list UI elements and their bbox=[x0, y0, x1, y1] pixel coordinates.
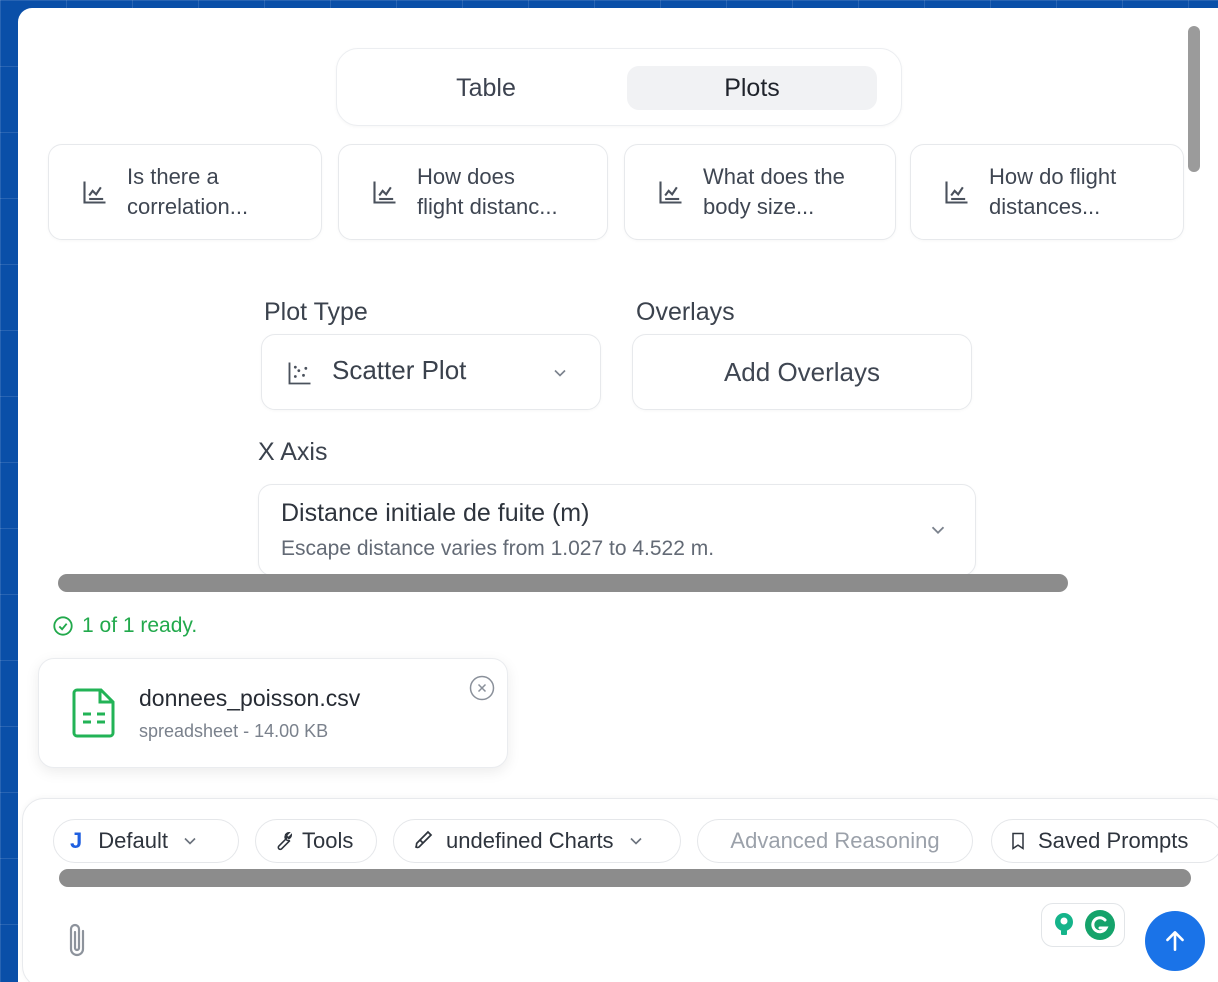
tools-button[interactable]: Tools bbox=[255, 819, 377, 863]
view-toggle: Table Plots bbox=[336, 48, 902, 126]
attached-file: donnees_poisson.csv spreadsheet - 14.00 … bbox=[38, 658, 508, 768]
check-circle-icon bbox=[53, 616, 73, 636]
plot-type-label: Plot Type bbox=[264, 298, 368, 326]
x-axis-description: Escape distance varies from 1.027 to 4.5… bbox=[281, 537, 715, 560]
spreadsheet-file-icon bbox=[72, 688, 115, 738]
chart-icon bbox=[945, 181, 968, 204]
arrow-up-icon bbox=[1166, 931, 1184, 951]
charts-label: undefined Charts bbox=[446, 828, 614, 853]
tab-table[interactable]: Table bbox=[359, 66, 613, 110]
file-meta: spreadsheet - 14.00 KB bbox=[139, 721, 329, 741]
chart-icon bbox=[373, 181, 396, 204]
horizontal-scrollbar[interactable] bbox=[59, 869, 1191, 887]
grammarly-icon bbox=[1085, 910, 1115, 940]
scatter-plot-icon bbox=[288, 362, 311, 385]
saved-prompts-button[interactable]: Saved Prompts bbox=[991, 819, 1218, 863]
suggestion-card[interactable]: What does the body size... bbox=[624, 144, 896, 240]
suggestion-text: What does the body size... bbox=[703, 164, 845, 219]
chevron-down-icon bbox=[554, 369, 566, 377]
suggestion-card[interactable]: How do flight distances... bbox=[910, 144, 1184, 240]
upload-status: 1 of 1 ready. bbox=[52, 614, 197, 638]
add-overlays-button[interactable]: Add Overlays bbox=[632, 334, 972, 410]
x-axis-select[interactable]: Distance initiale de fuite (m) Escape di… bbox=[258, 484, 976, 576]
suggestion-text: Is there a correlation... bbox=[127, 164, 249, 219]
suggestion-cards: Is there a correlation... How does flight … bbox=[48, 144, 1188, 240]
composer: J Default Tools undefined Charts Advance… bbox=[22, 798, 1218, 982]
plot-type-select[interactable]: Scatter Plot bbox=[261, 334, 601, 410]
paintbrush-icon bbox=[414, 830, 433, 849]
x-axis-label: X Axis bbox=[258, 438, 328, 466]
horizontal-scrollbar[interactable] bbox=[58, 574, 1068, 592]
suggestion-text: How does flight distanc... bbox=[417, 164, 558, 219]
bookmark-icon bbox=[1012, 832, 1024, 850]
wrench-icon bbox=[277, 831, 293, 851]
vertical-scrollbar[interactable] bbox=[1188, 26, 1200, 172]
overlays-label: Overlays bbox=[636, 298, 735, 326]
model-label: Default bbox=[98, 828, 168, 853]
tab-plots[interactable]: Plots bbox=[627, 66, 877, 110]
x-axis-value: Distance initiale de fuite (m) bbox=[281, 499, 590, 527]
plot-type-value: Scatter Plot bbox=[332, 355, 467, 385]
advanced-reasoning-toggle[interactable]: Advanced Reasoning bbox=[697, 819, 973, 863]
send-button[interactable] bbox=[1145, 911, 1205, 971]
chevron-down-icon bbox=[629, 837, 642, 845]
grammarly-widget[interactable] bbox=[1041, 903, 1125, 947]
model-initial: J bbox=[70, 828, 83, 853]
chart-icon bbox=[659, 181, 682, 204]
lightbulb-icon bbox=[1055, 913, 1073, 935]
upload-status-text: 1 of 1 ready. bbox=[82, 614, 198, 637]
paperclip-icon[interactable] bbox=[63, 921, 91, 961]
file-name: donnees_poisson.csv bbox=[139, 685, 361, 711]
charts-selector[interactable]: undefined Charts bbox=[393, 819, 681, 863]
suggestion-text: How do flight distances... bbox=[989, 164, 1117, 219]
chevron-down-icon bbox=[184, 837, 196, 845]
chevron-down-icon bbox=[931, 526, 945, 535]
model-selector[interactable]: J Default bbox=[53, 819, 239, 863]
main-panel: Table Plots Is there a correlation... How… bbox=[18, 8, 1218, 982]
suggestion-card[interactable]: How does flight distanc... bbox=[338, 144, 608, 240]
tools-label: Tools bbox=[302, 828, 354, 853]
suggestion-card[interactable]: Is there a correlation... bbox=[48, 144, 322, 240]
remove-file-icon[interactable] bbox=[469, 675, 495, 701]
saved-prompts-label: Saved Prompts bbox=[1038, 828, 1189, 853]
chart-icon bbox=[83, 181, 106, 204]
